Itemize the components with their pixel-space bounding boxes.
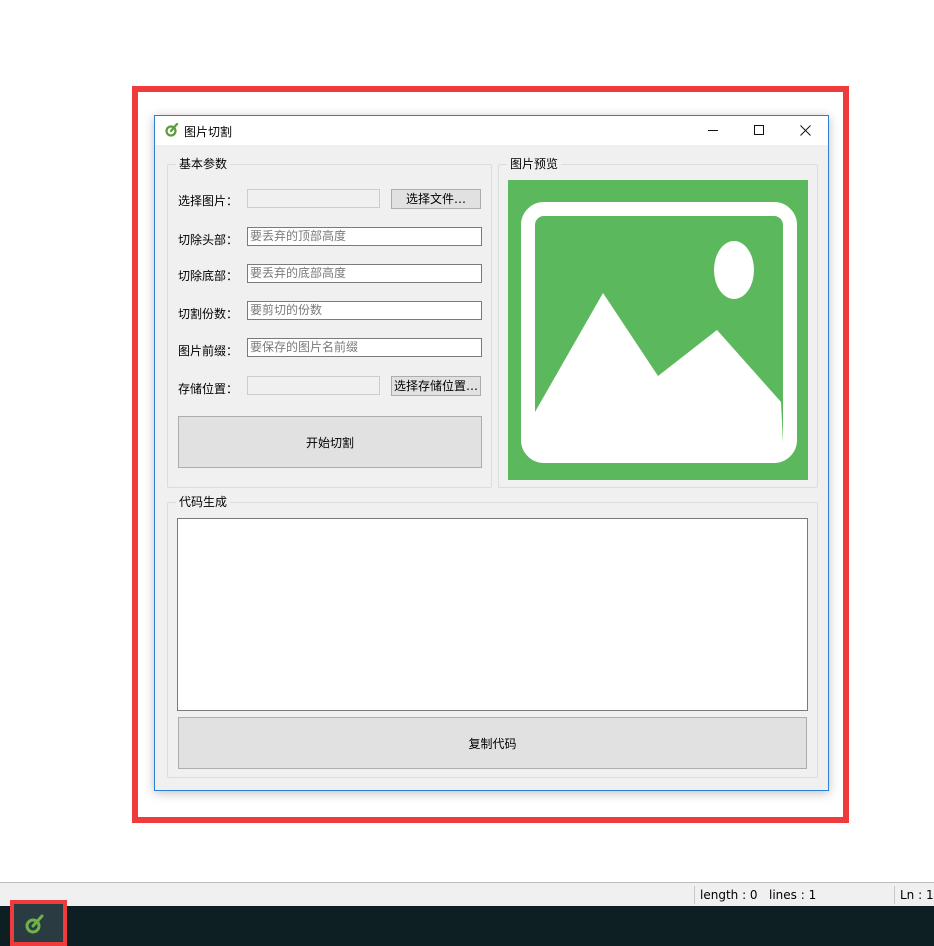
minimize-icon: [707, 130, 718, 131]
preview-group: 图片预览: [498, 157, 818, 488]
parts-label: 切割份数：: [178, 307, 239, 321]
cut-top-input[interactable]: 要丢弃的顶部高度: [247, 227, 482, 246]
select-file-button[interactable]: 选择文件…: [391, 189, 481, 209]
image-placeholder-icon: [521, 202, 797, 463]
image-cutter-app-icon: [25, 914, 44, 934]
taskbar: [0, 906, 934, 946]
cut-bottom-label: 切除底部：: [178, 269, 239, 283]
image-preview: [508, 180, 808, 480]
start-cut-button[interactable]: 开始切割: [178, 416, 482, 468]
prefix-input[interactable]: 要保存的图片名前缀: [247, 338, 482, 357]
status-bar: length : 0 lines : 1 Ln : 1: [0, 882, 934, 906]
select-image-field[interactable]: [247, 189, 380, 208]
taskbar-app-button[interactable]: [10, 900, 67, 946]
status-ln: Ln : 1: [900, 888, 934, 902]
select-image-label: 选择图片：: [178, 194, 239, 208]
close-icon: [799, 125, 811, 136]
copy-code-button[interactable]: 复制代码: [178, 717, 807, 769]
code-gen-legend: 代码生成: [176, 495, 231, 509]
app-window: 图片切割 基本参数 选择图片： 选择文件… 切除头部： 要丢弃的顶部高度 切除底…: [154, 115, 829, 791]
status-separator: [894, 886, 895, 904]
preview-legend: 图片预览: [507, 157, 562, 171]
app-logo-icon: [165, 123, 179, 137]
save-location-field[interactable]: [247, 376, 380, 395]
parts-input[interactable]: 要剪切的份数: [247, 301, 482, 320]
cut-bottom-input[interactable]: 要丢弃的底部高度: [247, 264, 482, 283]
maximize-button[interactable]: [736, 116, 782, 145]
maximize-icon: [753, 125, 764, 135]
select-location-button[interactable]: 选择存储位置…: [391, 376, 481, 396]
status-lines: lines : 1: [769, 888, 817, 902]
window-title: 图片切割: [184, 125, 233, 139]
status-length: length : 0: [700, 888, 758, 902]
code-textarea[interactable]: [177, 518, 808, 711]
prefix-label: 图片前缀：: [178, 344, 239, 358]
cut-top-label: 切除头部：: [178, 233, 239, 247]
minimize-button[interactable]: [690, 116, 736, 145]
status-separator: [694, 886, 695, 904]
basic-params-legend: 基本参数: [176, 157, 231, 171]
close-button[interactable]: [782, 116, 828, 145]
code-gen-group: 代码生成 复制代码: [167, 495, 818, 778]
title-bar[interactable]: 图片切割: [155, 116, 828, 145]
basic-params-group: 基本参数 选择图片： 选择文件… 切除头部： 要丢弃的顶部高度 切除底部： 要丢…: [167, 157, 492, 488]
save-location-label: 存储位置：: [178, 382, 239, 396]
